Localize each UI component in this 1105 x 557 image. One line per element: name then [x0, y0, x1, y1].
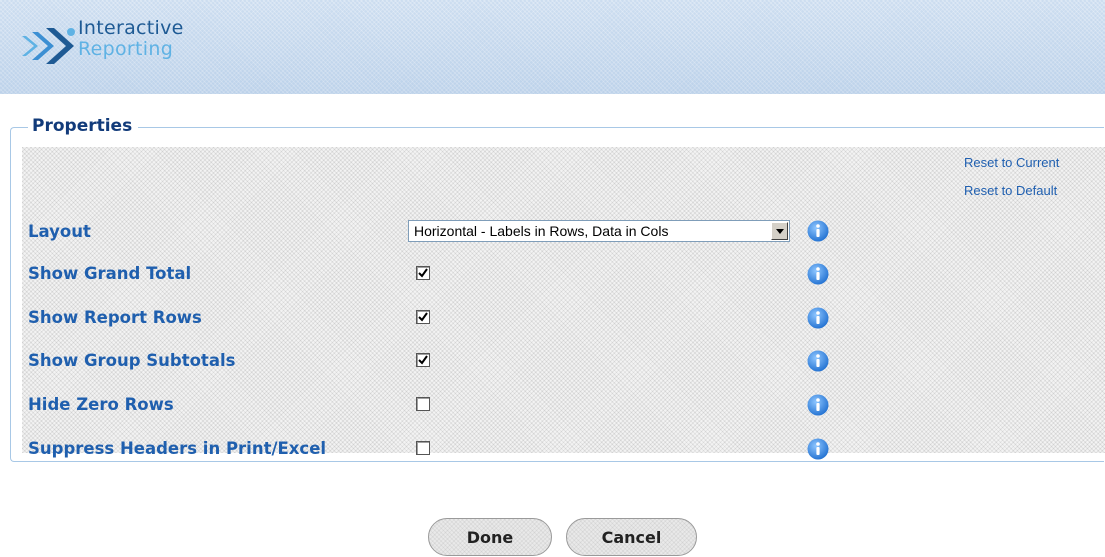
show-group-subtotals-label: Show Group Subtotals [28, 351, 236, 370]
logo-text-reporting: Reporting [78, 38, 174, 60]
show-group-subtotals-checkbox[interactable] [416, 353, 430, 367]
suppress-headers-checkbox[interactable] [416, 441, 430, 455]
show-grand-total-checkbox[interactable] [416, 266, 430, 280]
done-button[interactable]: Done [428, 518, 552, 556]
checkmark-icon [418, 355, 428, 365]
reset-to-default-link[interactable]: Reset to Default [964, 183, 1057, 198]
suppress-headers-label: Suppress Headers in Print/Excel [28, 439, 327, 458]
cancel-button-label: Cancel [601, 528, 662, 547]
dropdown-arrow-button[interactable] [771, 222, 788, 240]
show-report-rows-label: Show Report Rows [28, 308, 202, 327]
info-icon[interactable] [807, 307, 829, 329]
info-icon[interactable] [807, 350, 829, 372]
info-icon[interactable] [807, 220, 829, 242]
app-header: Interactive Reporting [0, 0, 1105, 94]
info-icon[interactable] [807, 394, 829, 416]
chevron-down-icon [776, 229, 784, 234]
properties-panel [22, 147, 1105, 453]
done-button-label: Done [466, 528, 514, 547]
show-report-rows-checkbox[interactable] [416, 310, 430, 324]
show-grand-total-label: Show Grand Total [28, 264, 192, 283]
logo-icon [22, 28, 75, 64]
app-logo-text: Interactive Reporting [78, 18, 184, 60]
logo-text-interactive: Interactive [78, 17, 184, 39]
properties-title: Properties [28, 115, 139, 137]
info-icon[interactable] [807, 263, 829, 285]
hide-zero-rows-label: Hide Zero Rows [28, 395, 174, 414]
layout-label: Layout [28, 222, 91, 241]
cancel-button[interactable]: Cancel [566, 518, 697, 556]
checkmark-icon [418, 268, 428, 278]
layout-select-value: Horizontal - Labels in Rows, Data in Col… [414, 223, 669, 239]
reset-to-current-link[interactable]: Reset to Current [964, 155, 1059, 170]
checkmark-icon [418, 312, 428, 322]
layout-select[interactable]: Horizontal - Labels in Rows, Data in Col… [408, 220, 790, 242]
info-icon[interactable] [807, 438, 829, 460]
hide-zero-rows-checkbox[interactable] [416, 397, 430, 411]
